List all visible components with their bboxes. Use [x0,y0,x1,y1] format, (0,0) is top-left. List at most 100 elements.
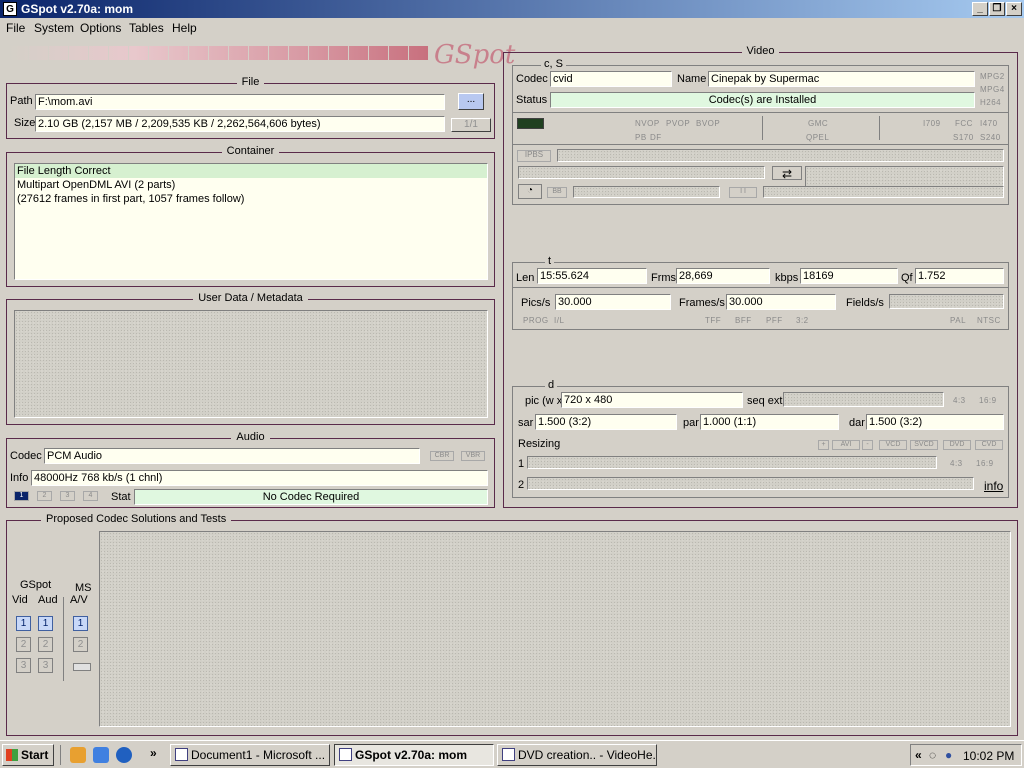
banner-separator [308,46,309,60]
resize-plus[interactable]: + [818,440,829,450]
cbr-tag: CBR [430,451,454,461]
gspot-aud-3[interactable]: 3 [38,658,53,673]
banner-separator [228,46,229,60]
resize-16x9-tag: 16:9 [976,459,994,468]
banner-separator [408,46,409,60]
qf-field: 1.752 [915,268,1004,284]
menu-tables[interactable]: Tables [129,21,164,35]
menu-options[interactable]: Options [80,21,121,35]
quicklaunch-more[interactable]: » [150,746,157,760]
menu-help[interactable]: Help [172,21,197,35]
userdata-group-title: User Data / Metadata [193,292,308,304]
qpel-tag: QPEL [806,133,830,142]
menu-system[interactable]: System [34,21,74,35]
task-word[interactable]: Document1 - Microsoft ... [170,744,330,766]
pulldown-tag: 3:2 [796,316,809,325]
ms-av-2[interactable]: 2 [73,637,88,652]
quicklaunch-explorer-icon[interactable] [93,747,109,763]
close-button[interactable]: × [1006,2,1022,16]
network-icon[interactable]: ◌ [929,748,936,762]
video-status-field: Codec(s) are Installed [550,92,975,108]
frame-type-bar [557,149,1004,162]
gspot-vid-3[interactable]: 3 [16,658,31,673]
window-title: GSpot v2.70a: mom [21,2,134,16]
scan-icon[interactable]: ◔ [518,184,542,199]
fcc-tag: FCC [955,119,973,128]
title-bar[interactable]: G GSpot v2.70a: mom _ ❐ × [0,0,1024,18]
app-icon[interactable]: G [3,2,17,16]
container-line: (27612 frames in first part, 1057 frames… [17,193,245,205]
ms-av-indicator[interactable] [73,663,91,671]
banner-separator [48,46,49,60]
video-name-label: Name [677,73,707,85]
ms-av-1[interactable]: 1 [73,616,88,631]
quicklaunch-mediaplayer-icon[interactable] [116,747,132,763]
banner-separator [368,46,369,60]
gspot-label: GSpot [20,579,52,591]
maximize-button[interactable]: ❐ [989,2,1005,16]
frms-label: Frms [651,272,677,284]
ar-16x9-tag: 16:9 [979,396,997,405]
t-title: t [545,255,555,267]
resize-dvd[interactable]: DVD [943,440,971,450]
mpg4-tag: MPG4 [980,85,1005,94]
audio-codec-field: PCM Audio [44,448,420,464]
minimize-button[interactable]: _ [972,2,988,16]
start-button[interactable]: Start [2,744,54,766]
quicklaunch-browser-icon[interactable] [70,747,86,763]
prog-tag: PROG [523,316,549,325]
gspot-vid-1[interactable]: 1 [16,616,31,631]
banner-separator [168,46,169,60]
gspot-aud-1[interactable]: 1 [38,616,53,631]
bframe-bar [573,186,720,198]
part-indicator[interactable]: 1/1 [451,118,491,132]
userdata-box[interactable] [14,310,488,418]
browse-button[interactable]: ... [458,93,484,110]
banner-separator [88,46,89,60]
audio-track-2[interactable]: 2 [37,491,52,501]
resize-avi[interactable]: AVI [832,440,860,450]
ms-label: MS [75,582,92,594]
activity-indicator [517,118,544,129]
proposed-results-box[interactable] [99,531,1011,727]
resize-svcd[interactable]: SVCD [910,440,938,450]
compare-icon[interactable]: ⇄ [772,166,802,181]
ipbs-tag: IPBS [517,150,551,162]
tray-expand[interactable]: « [915,748,922,762]
banner-separator [108,46,109,60]
resize-vcd[interactable]: VCD [879,440,907,450]
audio-track-4[interactable]: 4 [83,491,98,501]
size-label: Size [14,117,36,129]
dar-field: 1.500 (3:2) [866,414,1004,430]
fields-field [889,294,1004,309]
size-field: 2.10 GB (2,157 MB / 2,209,535 KB / 2,262… [35,116,445,132]
pal-tag: PAL [950,316,967,325]
resize-cvd[interactable]: CVD [975,440,1003,450]
task-browser[interactable]: DVD creation.. - VideoHe... [497,744,657,766]
audio-track-1[interactable]: 1 [14,491,29,501]
path-field[interactable]: F:\mom.avi [35,94,445,110]
file-group: File Path F:\mom.avi ... Size 2.10 GB (2… [6,76,495,139]
codec-subgroup: c, S Codec cvid Name Cinepak by Supermac… [512,58,1009,205]
audio-group-title: Audio [231,431,270,443]
s240-tag: S240 [980,133,1001,142]
taskbar: Start » Document1 - Microsoft ... GSpot … [0,740,1024,768]
container-group-title: Container [221,145,280,157]
userdata-group: User Data / Metadata [6,292,495,425]
clock[interactable]: 10:02 PM [963,749,1014,763]
resize-minus[interactable]: - [862,440,873,450]
len-field: 15:55.624 [537,268,647,284]
video-group: Video c, S Codec cvid Name Cinepak by Su… [503,45,1018,508]
video-name-field: Cinepak by Supermac [708,71,975,87]
banner-separator [248,46,249,60]
audio-info-field: 48000Hz 768 kb/s (1 chnl) [31,470,488,486]
info-link[interactable]: info [984,479,1003,493]
menu-file[interactable]: File [6,21,25,35]
container-info-box[interactable]: File Length Correct Multipart OpenDML AV… [14,163,488,280]
path-label: Path [10,95,33,107]
gspot-aud-2[interactable]: 2 [38,637,53,652]
gspot-vid-2[interactable]: 2 [16,637,31,652]
user-icon[interactable]: ● [945,748,952,762]
audio-track-3[interactable]: 3 [60,491,75,501]
task-gspot[interactable]: GSpot v2.70a: mom [334,744,494,766]
